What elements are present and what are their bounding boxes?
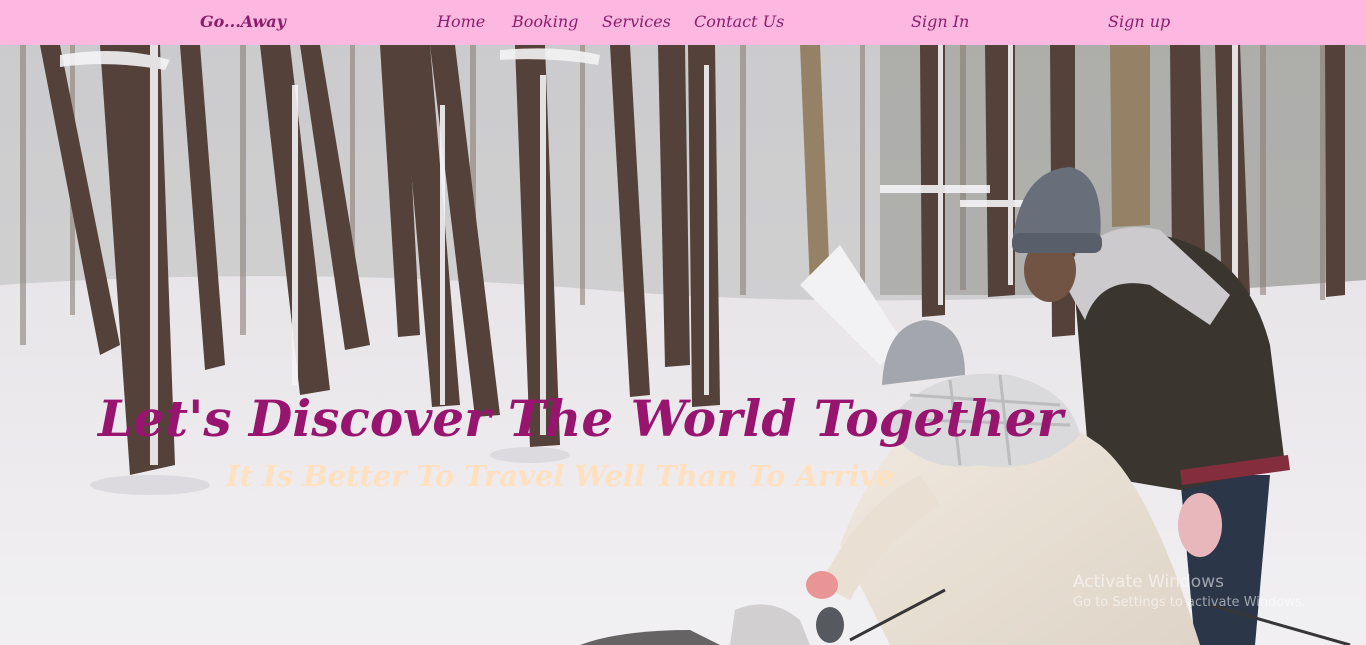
nav-link-contact-us[interactable]: Contact Us <box>694 12 784 32</box>
activate-windows-watermark: Activate Windows Go to Settings to activ… <box>1073 571 1306 612</box>
hero-subtitle: It Is Better To Travel Well Than To Arri… <box>226 459 895 493</box>
hero-title: Let's Discover The World Together <box>98 389 1063 448</box>
top-navbar: Go...Away Home Booking Services Contact … <box>0 0 1366 45</box>
nav-link-home[interactable]: Home <box>437 12 485 32</box>
watermark-title: Activate Windows <box>1073 572 1224 592</box>
nav-link-services[interactable]: Services <box>602 12 671 32</box>
watermark-subtitle: Go to Settings to activate Windows. <box>1073 595 1306 610</box>
brand-logo-link[interactable]: Go...Away <box>200 12 286 32</box>
page: Go...Away Home Booking Services Contact … <box>0 0 1366 645</box>
hero-background-image <box>0 45 1366 645</box>
nav-link-booking[interactable]: Booking <box>512 12 578 32</box>
sign-up-link[interactable]: Sign up <box>1108 12 1170 32</box>
sign-in-link[interactable]: Sign In <box>911 12 969 32</box>
